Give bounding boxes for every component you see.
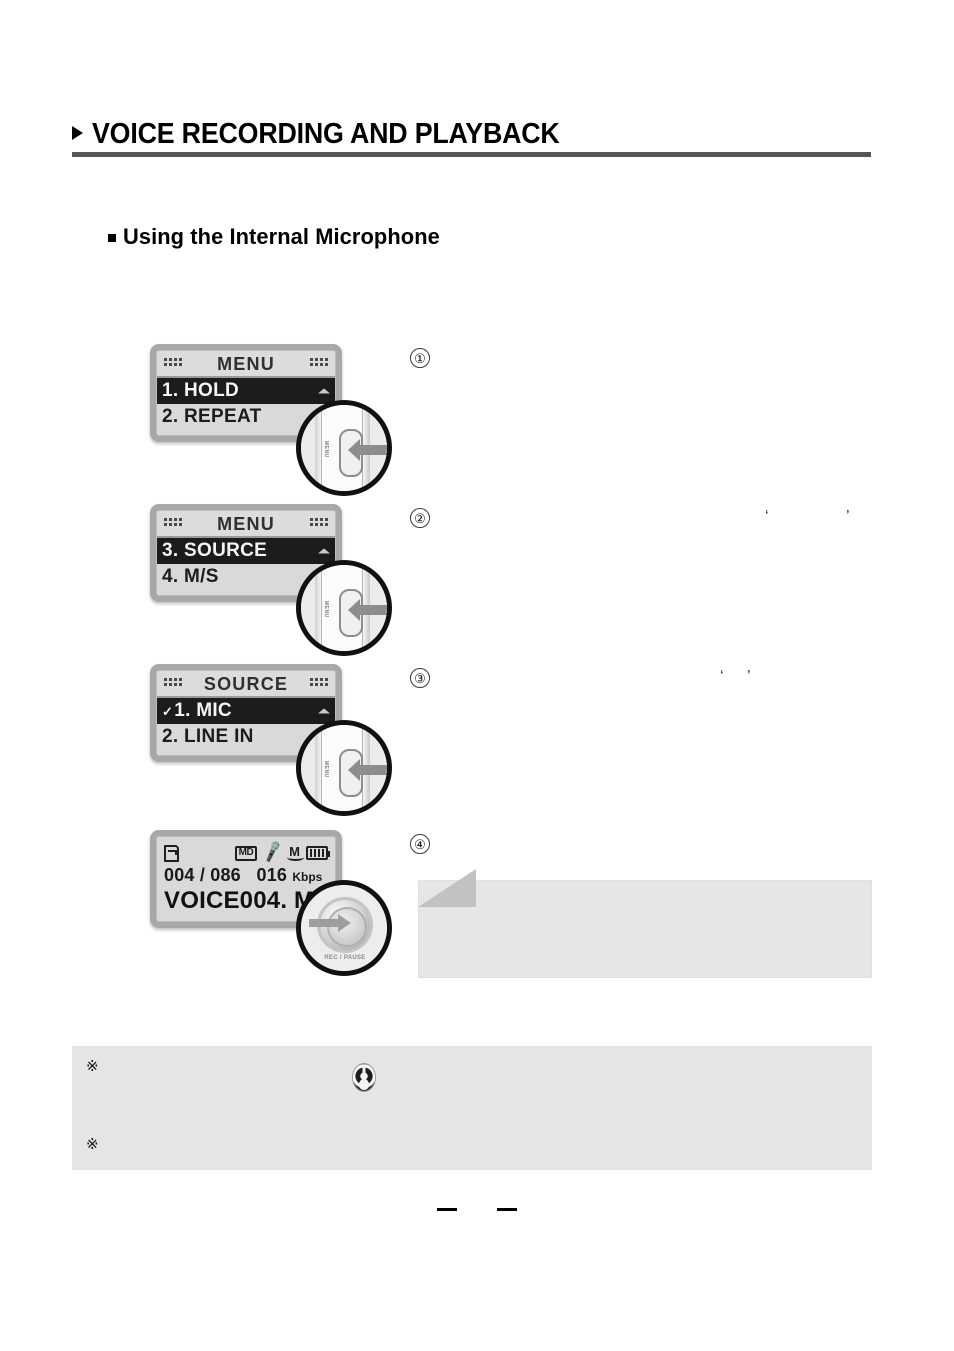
page-title: VOICE RECORDING AND PLAYBACK: [92, 118, 560, 150]
dot-grid-icon: [310, 678, 328, 689]
section-subtitle-label: Using the Internal Microphone: [123, 224, 440, 249]
corner-flag-icon: [418, 869, 476, 907]
lcd-titlebar: MENU: [157, 351, 335, 378]
track-counter: 004 / 086: [164, 865, 241, 885]
note-marker-icon: ※: [86, 1058, 99, 1075]
file-icon: [164, 844, 179, 862]
lcd-menu-item-selected[interactable]: ✓ 1. MIC: [157, 698, 335, 724]
footer-dash-left: [437, 1208, 457, 1211]
note-marker-icon: ※: [86, 1136, 99, 1153]
step-number-badge: ①: [410, 348, 430, 368]
footer-dash-right: [497, 1208, 517, 1211]
dot-grid-icon: [164, 358, 182, 369]
bitrate-unit: Kbps: [292, 870, 323, 884]
bitrate-value: 016: [256, 865, 288, 885]
lcd-menu-item-label: 1. MIC: [174, 700, 232, 721]
page-header: VOICE RECORDING AND PLAYBACK: [72, 118, 872, 151]
lcd-menu-item-label: 3. SOURCE: [162, 540, 268, 561]
battery-icon: [306, 846, 330, 860]
quote-open: ‘: [765, 508, 769, 525]
lcd-menu-item-label: 1. HOLD: [162, 380, 240, 401]
scroll-up-arrow-icon: [318, 548, 330, 554]
jog-dial-icon: [353, 1064, 375, 1091]
dot-grid-icon: [310, 518, 328, 529]
lcd-screen-title: MENU: [217, 353, 275, 374]
press-arrow-icon: [348, 759, 387, 781]
step-number-badge: ④: [410, 834, 430, 854]
quote-open: ‘: [720, 668, 724, 685]
note-item: ※: [86, 1136, 112, 1154]
page-footer: [0, 1208, 954, 1211]
section-subtitle: Using the Internal Microphone: [108, 224, 450, 250]
tip-callout-box: [418, 869, 872, 978]
scroll-up-arrow-icon: [318, 388, 330, 394]
side-button-magnifier-icon: MENU: [296, 720, 392, 816]
press-arrow-icon: [309, 914, 351, 932]
dot-grid-icon: [164, 678, 182, 689]
notes-box: ※ ※: [72, 1046, 872, 1170]
mono-icon: M: [287, 844, 304, 861]
press-arrow-icon: [348, 599, 387, 621]
press-arrow-icon: [348, 439, 387, 461]
scroll-up-arrow-icon: [318, 708, 330, 714]
square-bullet-icon: [108, 234, 116, 242]
lcd-menu-item-selected[interactable]: 1. HOLD: [157, 378, 335, 404]
rec-pause-button-label: REC / PAUSE: [324, 955, 366, 961]
lcd-titlebar: MENU: [157, 511, 335, 538]
lcd-titlebar: SOURCE: [157, 671, 335, 698]
note-item: ※: [86, 1058, 112, 1076]
lcd-screen-title: SOURCE: [203, 673, 289, 694]
header-divider: [72, 152, 871, 157]
microphone-icon: 🎤: [260, 841, 286, 864]
dot-grid-icon: [164, 518, 182, 529]
quote-close: ’: [846, 508, 850, 525]
triangle-right-icon: [72, 126, 83, 140]
side-button-magnifier-icon: MENU: [296, 400, 392, 496]
page-title-row: VOICE RECORDING AND PLAYBACK: [72, 118, 872, 151]
quote-close: ’: [747, 668, 751, 685]
lcd-menu-item-label: 2. REPEAT: [162, 406, 262, 427]
step-number-badge: ②: [410, 508, 430, 528]
lcd-menu-item-label: 2. LINE IN: [162, 726, 254, 747]
lcd-menu-item-label: 4. M/S: [162, 566, 219, 587]
side-button-magnifier-icon: MENU: [296, 560, 392, 656]
lcd-screen-title: MENU: [217, 513, 275, 534]
step-number-badge: ③: [410, 668, 430, 688]
dot-grid-icon: [310, 358, 328, 369]
checkmark-icon: ✓: [162, 703, 174, 719]
rec-pause-button-magnifier-icon: REC / PAUSE: [296, 880, 392, 976]
lcd-menu-item-selected[interactable]: 3. SOURCE: [157, 538, 335, 564]
lcd-status-icon-row: MD 🎤 M: [164, 841, 330, 864]
md-badge-icon: MD: [234, 845, 258, 861]
